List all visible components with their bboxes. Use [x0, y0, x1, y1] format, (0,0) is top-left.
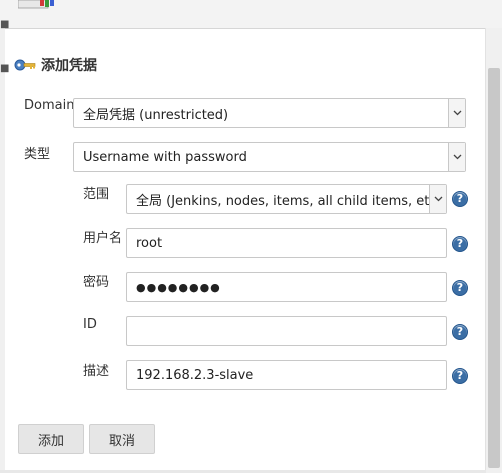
left-edge: ■ ■: [0, 20, 9, 473]
help-icon[interactable]: ?: [452, 236, 468, 252]
vertical-scrollbar[interactable]: [485, 28, 502, 473]
help-icon[interactable]: ?: [452, 280, 468, 296]
window-top-bar: [0, 0, 502, 29]
username-value: root: [136, 235, 163, 251]
edge-glyph: ■: [0, 63, 10, 74]
domain-select-value: 全局凭据 (unrestricted): [83, 107, 229, 123]
cancel-button[interactable]: 取消: [89, 424, 155, 454]
help-icon[interactable]: ?: [452, 368, 468, 384]
scope-label: 范围: [83, 187, 110, 202]
scrollbar-thumb[interactable]: [488, 68, 500, 468]
username-field[interactable]: root: [126, 228, 447, 258]
kind-label: 类型: [24, 147, 51, 162]
dialog-title: 添加凭据: [14, 55, 97, 75]
chevron-down-icon[interactable]: [448, 99, 465, 127]
domain-label: Domain: [24, 98, 75, 113]
dialog-title-text: 添加凭据: [41, 58, 97, 74]
password-value: ●●●●●●●●: [136, 280, 221, 294]
description-label: 描述: [83, 364, 110, 379]
domain-select[interactable]: 全局凭据 (unrestricted): [73, 98, 466, 128]
password-field[interactable]: ●●●●●●●●: [126, 272, 447, 302]
description-field[interactable]: 192.168.2.3-slave: [126, 360, 447, 390]
kind-select-value: Username with password: [83, 149, 247, 165]
chevron-down-icon[interactable]: [448, 143, 465, 171]
password-label: 密码: [83, 275, 110, 290]
help-icon[interactable]: ?: [452, 191, 468, 207]
help-icon[interactable]: ?: [452, 324, 468, 340]
id-field[interactable]: [126, 316, 447, 346]
username-label: 用户名: [83, 231, 123, 246]
scope-select[interactable]: 全局 (Jenkins, nodes, items, all child ite…: [126, 184, 447, 214]
description-value: 192.168.2.3-slave: [136, 367, 254, 383]
scope-select-value: 全局 (Jenkins, nodes, items, all child ite…: [136, 193, 442, 209]
edge-glyph: ■: [0, 19, 10, 30]
chevron-down-icon[interactable]: [429, 185, 446, 213]
add-button[interactable]: 添加: [18, 424, 84, 454]
kind-select[interactable]: Username with password: [73, 142, 466, 172]
id-label: ID: [83, 317, 97, 332]
app-icon: [18, 0, 54, 9]
key-icon: [14, 59, 36, 71]
